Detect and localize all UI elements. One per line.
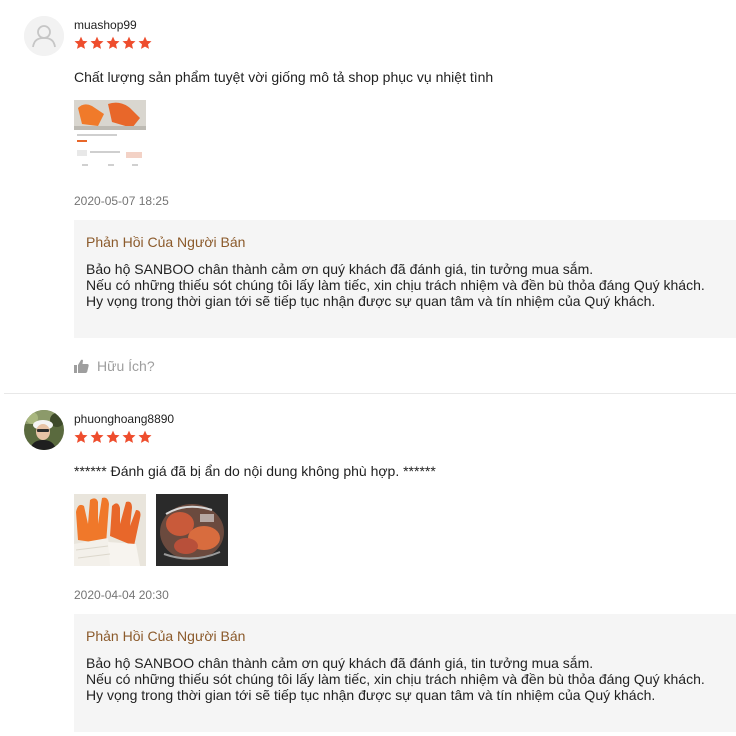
seller-reply-text: Bảo hộ SANBOO chân thành cảm ơn quý khác… bbox=[86, 261, 705, 309]
seller-reply: Phản Hồi Của Người Bán Bảo hộ SANBOO châ… bbox=[74, 220, 736, 338]
review-photo[interactable] bbox=[74, 100, 146, 172]
star-rating bbox=[74, 36, 152, 52]
username[interactable]: muashop99 bbox=[74, 18, 137, 32]
star-icon bbox=[90, 430, 104, 443]
star-icon bbox=[122, 36, 136, 49]
star-icon bbox=[74, 36, 88, 49]
default-user-icon bbox=[24, 16, 64, 56]
star-icon bbox=[106, 430, 120, 443]
star-icon bbox=[138, 430, 152, 443]
review-date: 2020-04-04 20:30 bbox=[74, 588, 169, 602]
star-rating bbox=[74, 430, 152, 446]
user-photo bbox=[24, 410, 64, 450]
review-photo[interactable] bbox=[156, 494, 228, 566]
thumbs-up-icon bbox=[74, 359, 89, 373]
review-item: muashop99 Chất lượng sản phẩm tuyệt vời … bbox=[0, 0, 736, 393]
review-photo[interactable] bbox=[74, 494, 146, 566]
star-icon bbox=[106, 36, 120, 49]
review-date: 2020-05-07 18:25 bbox=[74, 194, 169, 208]
seller-reply-title: Phản Hồi Của Người Bán bbox=[86, 628, 246, 644]
review-photo-package bbox=[156, 494, 228, 566]
star-icon bbox=[90, 36, 104, 49]
seller-reply: Phản Hồi Của Người Bán Bảo hộ SANBOO châ… bbox=[74, 614, 736, 732]
review-comment: Chất lượng sản phẩm tuyệt vời giống mô t… bbox=[74, 69, 494, 85]
avatar[interactable] bbox=[24, 16, 64, 56]
star-icon bbox=[122, 430, 136, 443]
seller-reply-title: Phản Hồi Của Người Bán bbox=[86, 234, 246, 250]
helpful-label: Hữu Ích? bbox=[97, 358, 155, 374]
review-comment: ****** Đánh giá đã bị ẩn do nội dung khô… bbox=[74, 463, 436, 479]
avatar[interactable] bbox=[24, 410, 64, 450]
star-icon bbox=[138, 36, 152, 49]
seller-reply-text: Bảo hộ SANBOO chân thành cảm ơn quý khác… bbox=[86, 655, 705, 703]
review-item: phuonghoang8890 ****** Đánh giá đã bị ẩn… bbox=[0, 394, 736, 736]
review-photo-screenshot bbox=[74, 100, 146, 172]
star-icon bbox=[74, 430, 88, 443]
helpful-button[interactable]: Hữu Ích? bbox=[74, 358, 155, 374]
username[interactable]: phuonghoang8890 bbox=[74, 412, 174, 426]
review-photo-gloves bbox=[74, 494, 146, 566]
